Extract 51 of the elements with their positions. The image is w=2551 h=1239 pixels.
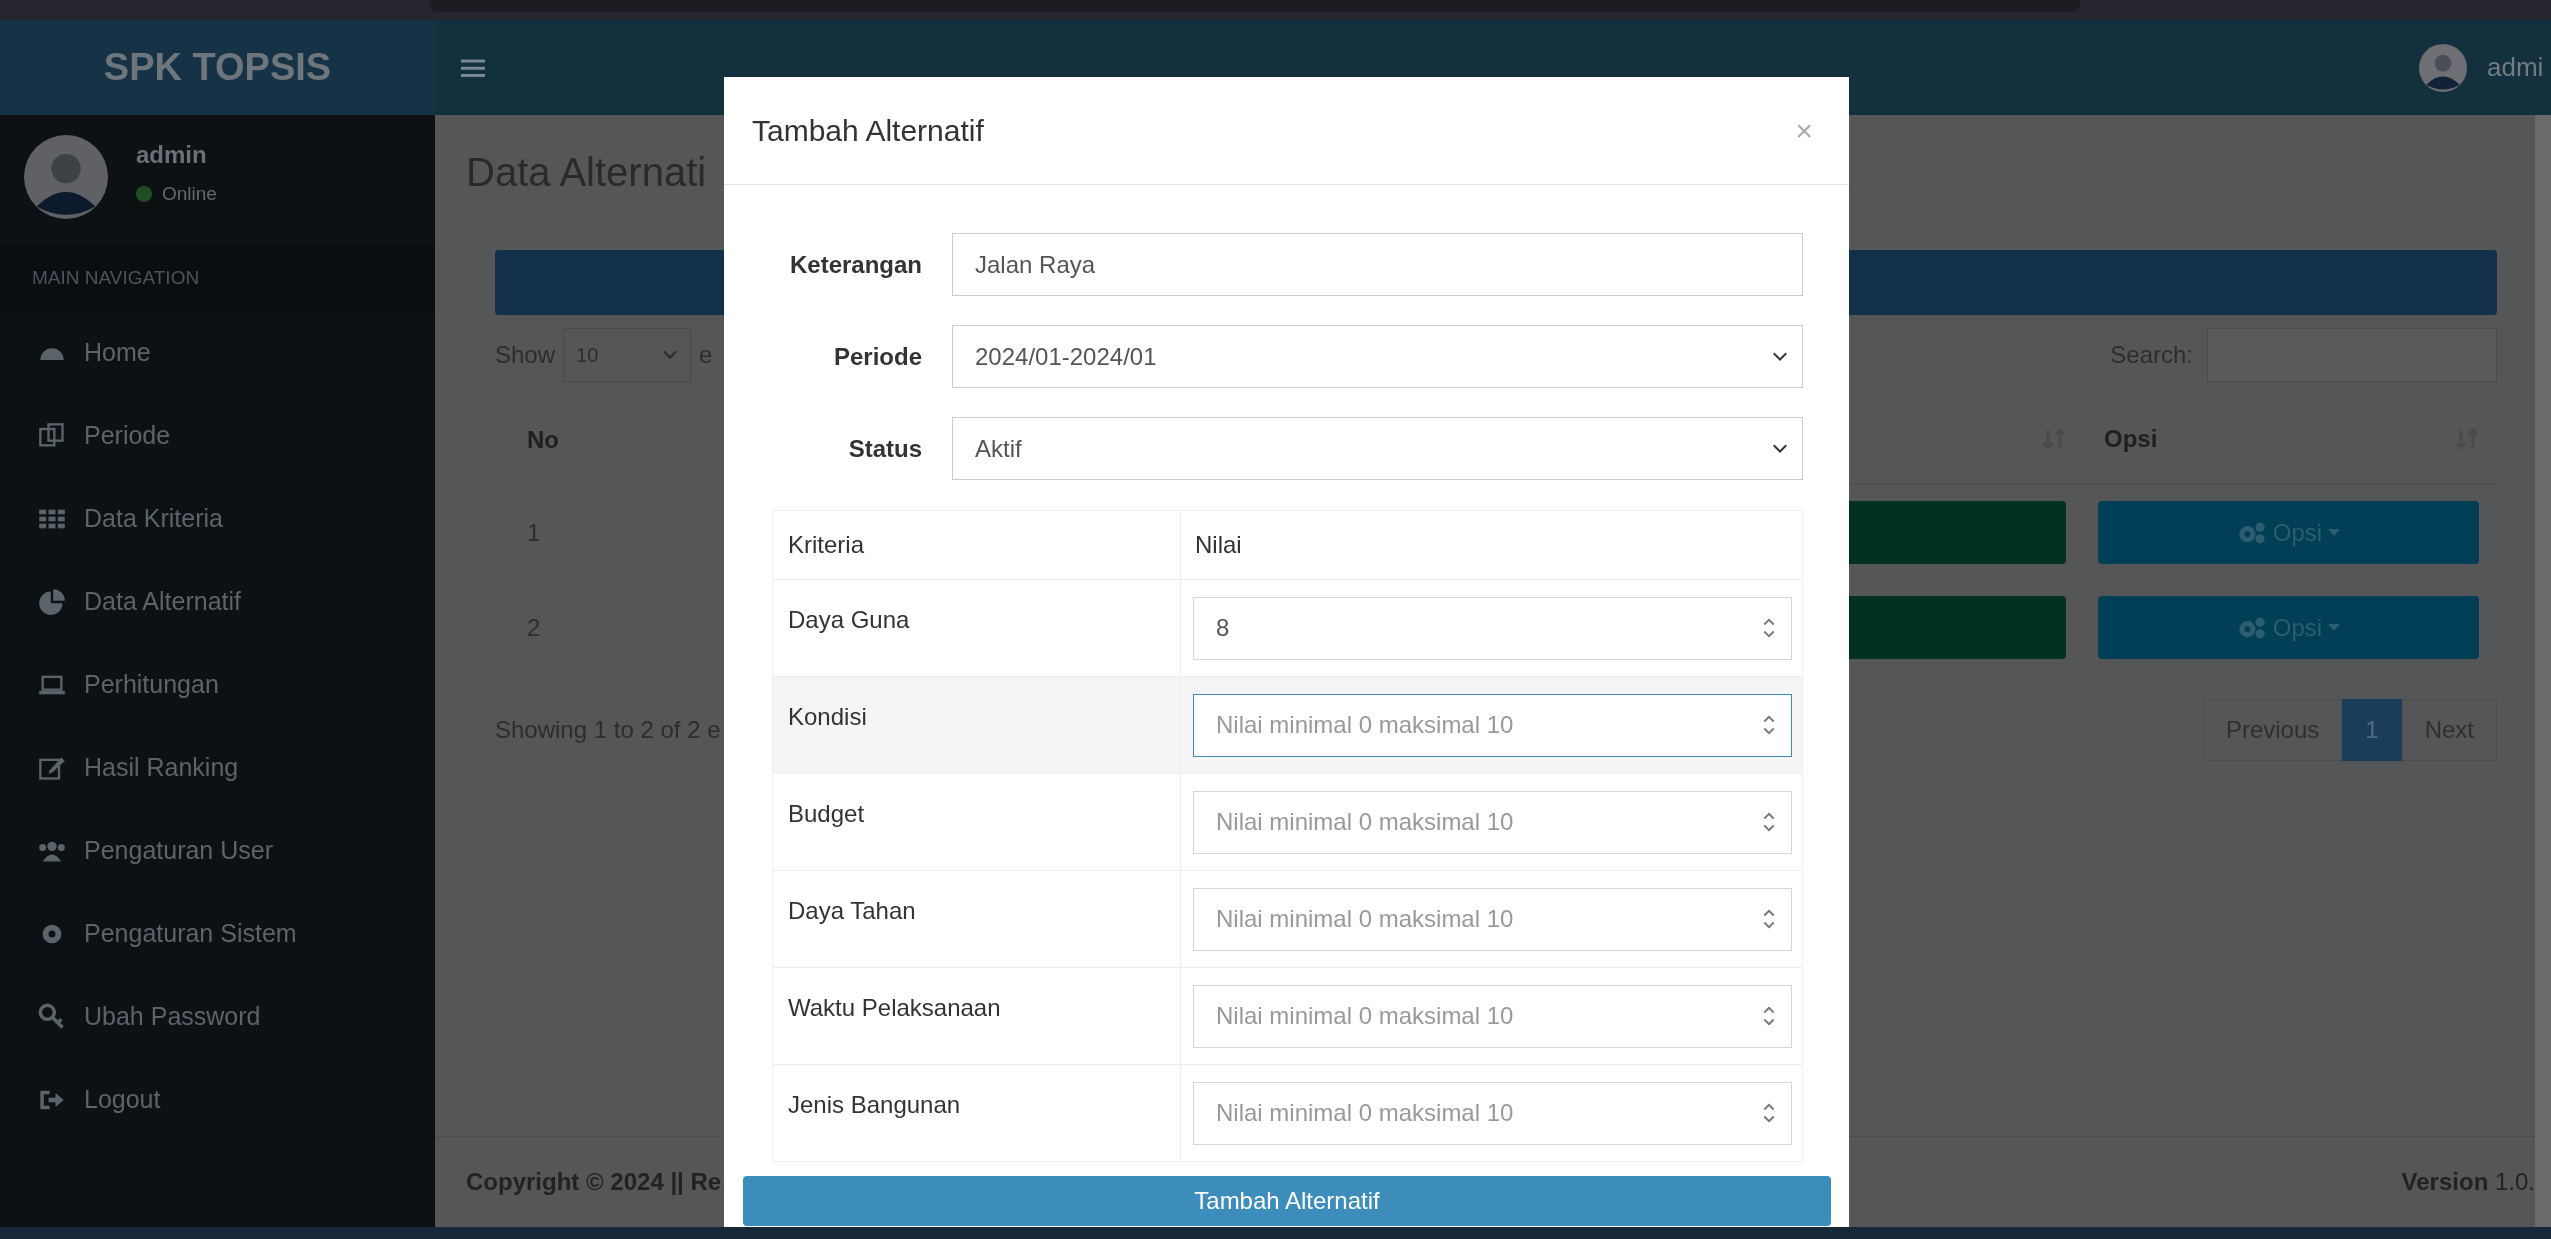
number-input[interactable]: 8 (1193, 596, 1792, 660)
avatar-icon (24, 135, 108, 219)
field-label: Status (847, 434, 922, 463)
close-button[interactable]: × (1787, 113, 1821, 148)
user-name[interactable]: admi (2487, 52, 2551, 83)
gears-icon (2236, 615, 2267, 640)
sidebar-item[interactable]: Home (0, 311, 435, 394)
criteria-name: Kondisi (788, 703, 867, 730)
submit-button[interactable]: Tambah Alternatif (743, 1176, 1831, 1226)
field-label: Keterangan (788, 250, 922, 279)
select-field[interactable]: 2024/01-2024/01 (952, 325, 1803, 388)
sidebar-item[interactable]: Perhitungan (0, 643, 435, 726)
copy-icon (38, 421, 66, 450)
caret-icon (2328, 624, 2341, 631)
chevron-down-icon (662, 350, 679, 360)
app-logo[interactable]: SPK TOPSIS (0, 20, 435, 115)
table-header-cell[interactable]: Opsi (2076, 395, 2497, 485)
sidebar-item[interactable]: Data Kriteria (0, 477, 435, 560)
caret-icon (2328, 529, 2341, 536)
menu-icon[interactable] (461, 57, 485, 78)
section-label: MAIN NAVIGATION (0, 245, 435, 311)
select-field[interactable]: Aktif (952, 417, 1803, 480)
sidebar-item[interactable]: Hasil Ranking (0, 726, 435, 809)
chevron-down-icon (1772, 443, 1788, 454)
sidebar-item[interactable]: Logout (0, 1058, 435, 1141)
status-dot-icon (136, 186, 152, 202)
user-name: admin (136, 141, 208, 169)
table-header-cell-text: Nilai (1194, 530, 1243, 560)
chevron-down-icon (1772, 351, 1788, 362)
table-header-cell[interactable]: No (435, 426, 724, 454)
criteria-name: Budget (788, 800, 865, 827)
criteria-name: Daya Tahan (788, 897, 916, 924)
modal-title: Tambah Alternatif (752, 113, 984, 148)
criteria-name: Waktu Pelaksanaan (788, 994, 1001, 1021)
key-icon (38, 1002, 66, 1031)
pie-chart-icon (38, 587, 66, 616)
number-input[interactable]: Nilai minimal 0 maksimal 10 (1193, 693, 1792, 757)
sidebar-item[interactable]: Pengaturan User (0, 809, 435, 892)
sidebar-item[interactable]: Ubah Password (0, 975, 435, 1058)
avatar-icon[interactable] (2419, 43, 2467, 92)
field-label: Periode (832, 342, 922, 371)
criteria-name: Daya Guna (788, 606, 910, 633)
user-status: Online (162, 183, 217, 205)
table-header-cell: Kriteria (773, 511, 1181, 579)
gears-icon (2236, 520, 2267, 545)
sidebar-item[interactable]: Periode (0, 394, 435, 477)
criteria-name: Jenis Bangunan (788, 1091, 961, 1118)
sidebar-item[interactable]: Data Alternatif (0, 560, 435, 643)
scrollbar[interactable] (2535, 115, 2551, 1227)
sidebar-item[interactable]: Pengaturan Sistem (0, 892, 435, 975)
input-field[interactable]: Jalan Raya (952, 233, 1803, 296)
